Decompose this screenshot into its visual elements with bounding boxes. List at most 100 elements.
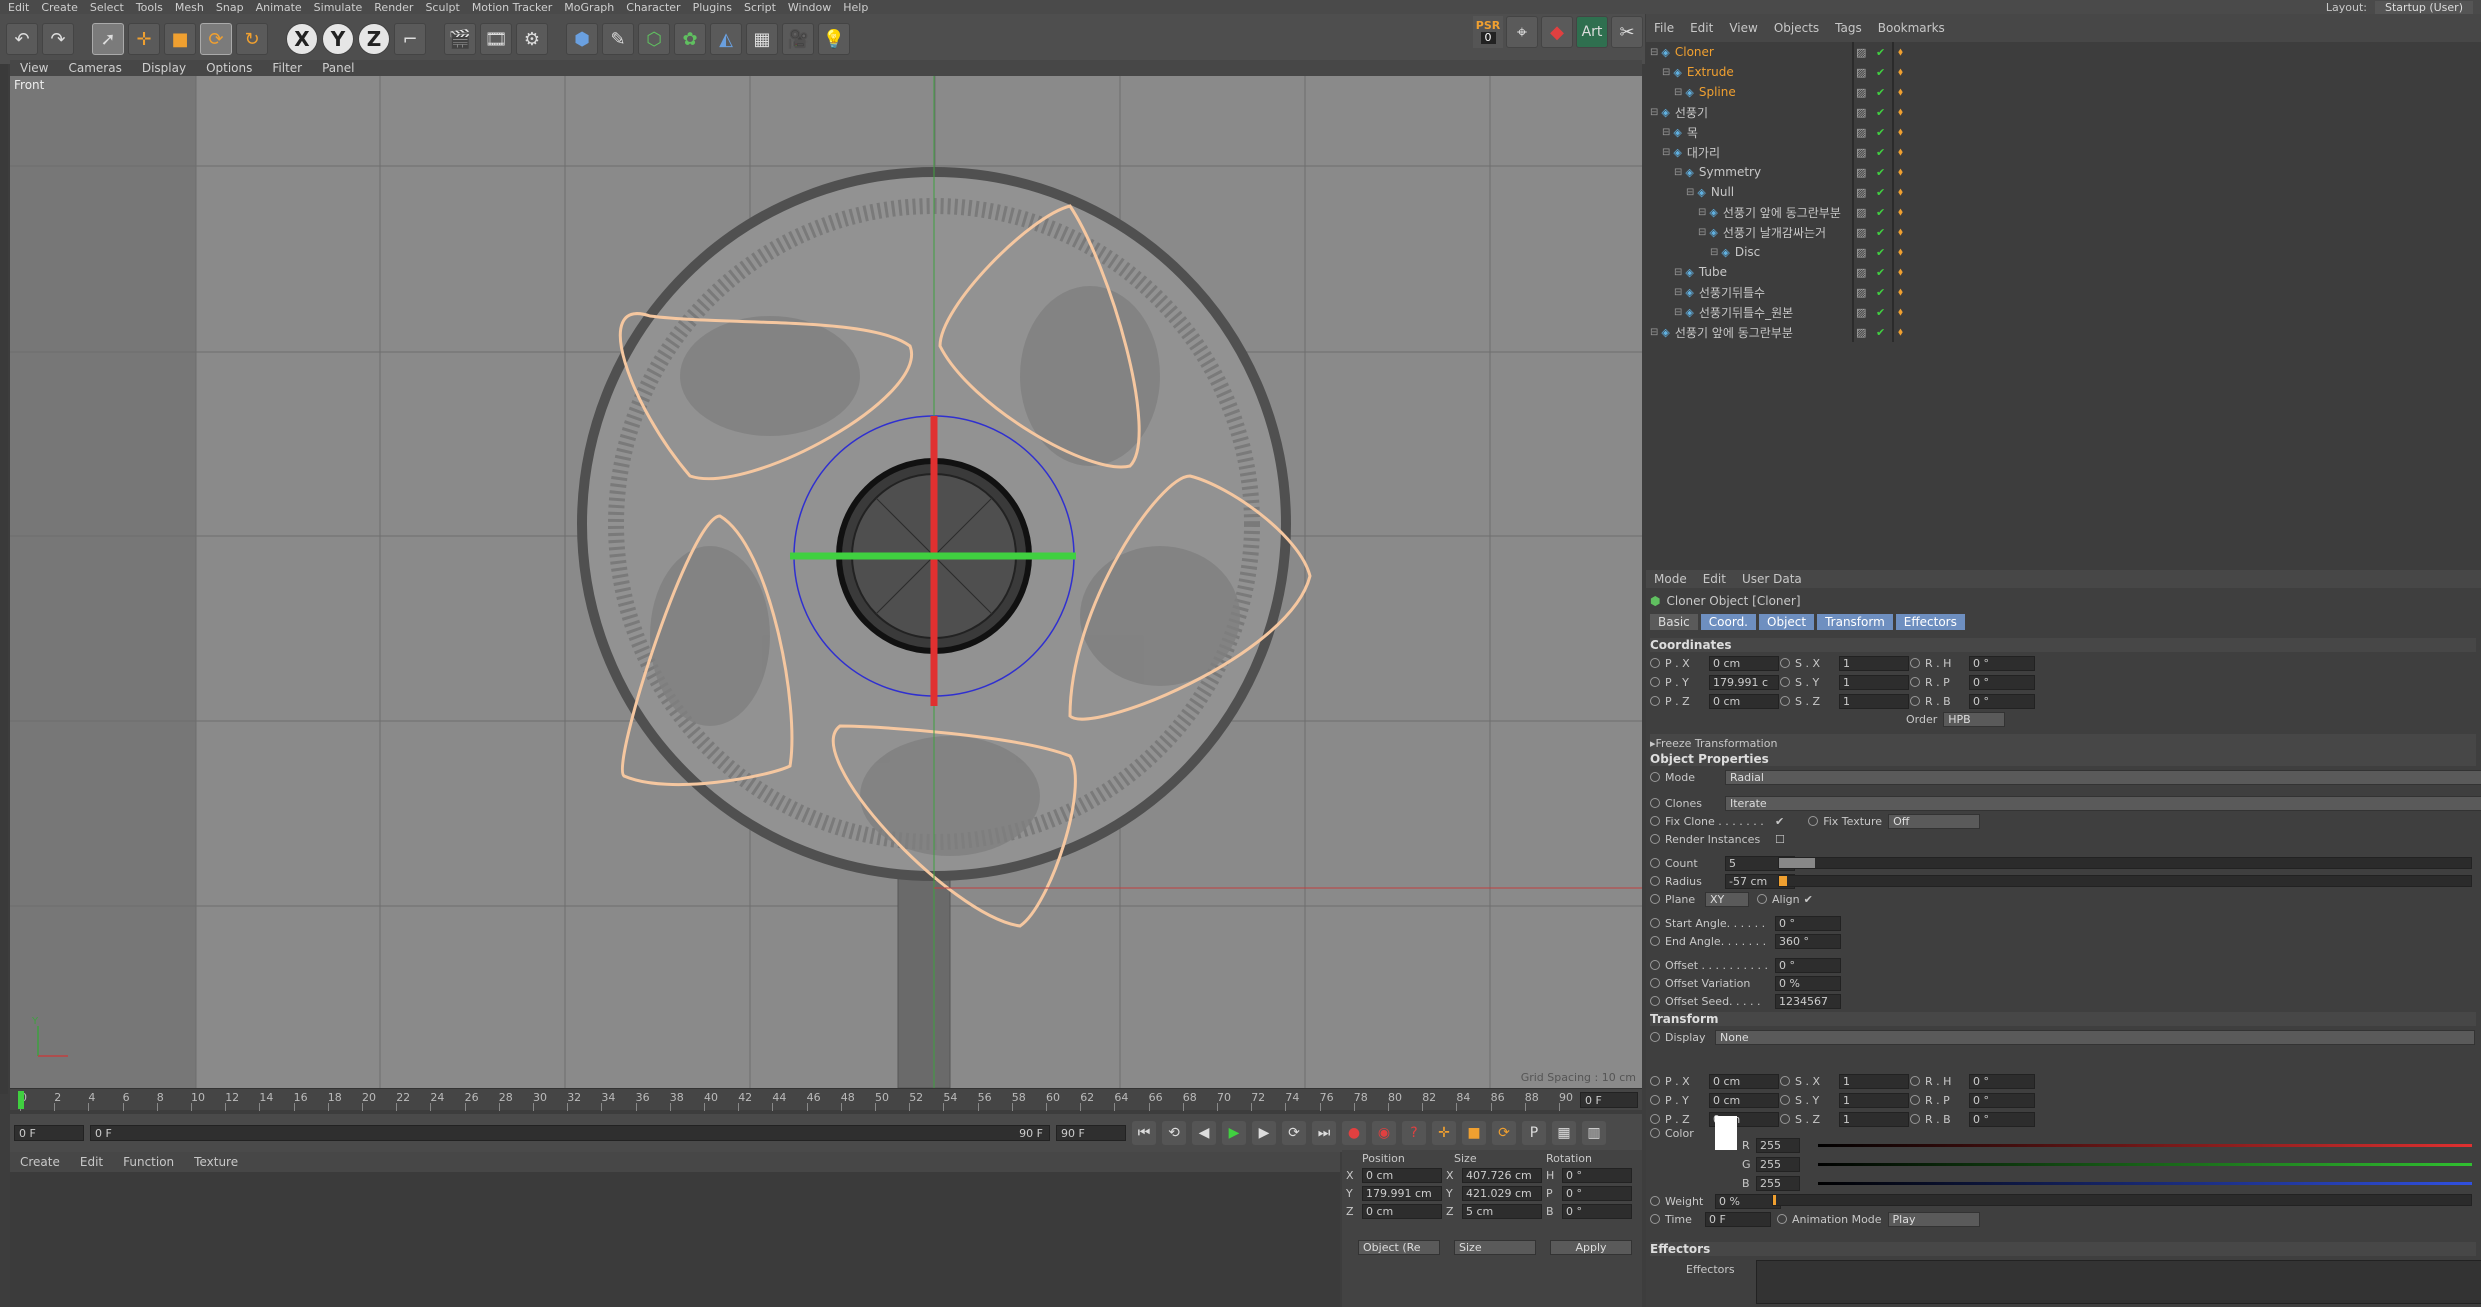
- viewport-front[interactable]: Front Y Grid Spacing : 10 cm: [10, 76, 1642, 1088]
- param-field[interactable]: 0 cm: [1709, 655, 1779, 671]
- effectors-list[interactable]: [1756, 1260, 2481, 1304]
- enable-check-icon[interactable]: ✔: [1876, 186, 1885, 199]
- object-name[interactable]: Null: [1711, 185, 1734, 199]
- object-row[interactable]: ⊟ ◈ Tube ▨ ✔ ⬧: [1646, 262, 2481, 282]
- expand-toggle-icon[interactable]: ⊟: [1650, 107, 1658, 118]
- tab-basic[interactable]: Basic: [1650, 614, 1698, 630]
- object-menu-view[interactable]: View: [1729, 21, 1757, 35]
- visibility-toggle-icon[interactable]: ▨: [1856, 126, 1866, 139]
- param-dot[interactable]: [1780, 677, 1790, 687]
- visibility-toggle-icon[interactable]: ▨: [1856, 246, 1866, 259]
- clones-dropdown[interactable]: Iterate: [1725, 795, 2481, 811]
- select-arrow-icon[interactable]: ➚: [92, 23, 124, 55]
- layout-selector[interactable]: Layout: Startup (User): [2326, 0, 2473, 14]
- coord-value-field[interactable]: 0 °: [1562, 1186, 1632, 1201]
- subdivision-surface-icon[interactable]: ⬡: [638, 23, 670, 55]
- param-dot[interactable]: [1910, 1114, 1920, 1124]
- coord-mode-dropdown[interactable]: Object (Re: [1358, 1240, 1440, 1255]
- render-settings-icon[interactable]: ⚙: [516, 23, 548, 55]
- enable-check-icon[interactable]: ✔: [1876, 66, 1885, 79]
- cube-primitive-icon[interactable]: ⬢: [566, 23, 598, 55]
- expand-toggle-icon[interactable]: ⊟: [1698, 227, 1706, 238]
- coord-apply-button[interactable]: Apply: [1550, 1240, 1632, 1255]
- tab-object[interactable]: Object: [1759, 614, 1815, 630]
- param-field[interactable]: 1: [1839, 1092, 1909, 1108]
- attr-menu-user-data[interactable]: User Data: [1742, 572, 1802, 586]
- menu-simulate[interactable]: Simulate: [314, 1, 363, 14]
- timeline-ruler[interactable]: 0246810121416182022242628303234363840424…: [10, 1088, 1642, 1111]
- menu-animate[interactable]: Animate: [256, 1, 302, 14]
- go-to-start-icon[interactable]: ⏮: [1132, 1121, 1156, 1145]
- layout-value[interactable]: Startup (User): [2375, 0, 2473, 14]
- menu-mograph[interactable]: MoGraph: [564, 1, 614, 14]
- param-field[interactable]: 0 °: [1969, 1111, 2035, 1127]
- start-frame-field[interactable]: 0 F: [14, 1125, 84, 1141]
- menu-help[interactable]: Help: [843, 1, 868, 14]
- next-key-icon[interactable]: ⟳: [1282, 1121, 1306, 1145]
- snap-icon[interactable]: ⌖: [1506, 16, 1538, 48]
- object-name[interactable]: Extrude: [1687, 65, 1734, 79]
- move-tool-icon[interactable]: ✛: [128, 23, 160, 55]
- param-dot[interactable]: [1780, 1076, 1790, 1086]
- param-dot[interactable]: [1780, 1095, 1790, 1105]
- render-view-icon[interactable]: 🎬: [444, 23, 476, 55]
- render-picture-viewer-icon[interactable]: 🎞: [480, 23, 512, 55]
- param-dot[interactable]: [1910, 1076, 1920, 1086]
- enable-check-icon[interactable]: ✔: [1876, 46, 1885, 59]
- param-field[interactable]: 0 cm: [1709, 1073, 1779, 1089]
- radius-slider[interactable]: [1778, 875, 2472, 887]
- redo-icon[interactable]: ↷: [42, 23, 74, 55]
- object-name[interactable]: 선풍기 날개감싸는거: [1723, 224, 1826, 241]
- scale-tool-icon[interactable]: ■: [164, 23, 196, 55]
- visibility-toggle-icon[interactable]: ▨: [1856, 286, 1866, 299]
- key-rotation-icon[interactable]: ⟳: [1492, 1121, 1516, 1145]
- object-name[interactable]: Symmetry: [1699, 165, 1761, 179]
- record-icon[interactable]: ●: [1342, 1121, 1366, 1145]
- expand-toggle-icon[interactable]: ⊟: [1710, 247, 1718, 258]
- visibility-toggle-icon[interactable]: ▨: [1856, 206, 1866, 219]
- previous-frame-icon[interactable]: ◀: [1192, 1121, 1216, 1145]
- visibility-toggle-icon[interactable]: ▨: [1856, 86, 1866, 99]
- deformer-icon[interactable]: ◭: [710, 23, 742, 55]
- visibility-toggle-icon[interactable]: ▨: [1856, 106, 1866, 119]
- color-channel-slider[interactable]: [1818, 1144, 2472, 1147]
- enable-check-icon[interactable]: ✔: [1876, 86, 1885, 99]
- enable-check-icon[interactable]: ✔: [1876, 226, 1885, 239]
- visibility-toggle-icon[interactable]: ▨: [1856, 226, 1866, 239]
- param-field[interactable]: 0 cm: [1709, 693, 1779, 709]
- object-name[interactable]: 선풍기 앞에 동그란부분: [1723, 204, 1841, 221]
- psr-indicator[interactable]: PSR 0: [1473, 16, 1503, 48]
- coord-value-field[interactable]: 421.029 cm: [1462, 1186, 1542, 1201]
- spline-pen-icon[interactable]: ✎: [602, 23, 634, 55]
- fix-texture-dropdown[interactable]: Off: [1888, 813, 1981, 829]
- object-name[interactable]: 대가리: [1687, 144, 1720, 161]
- enable-check-icon[interactable]: ✔: [1876, 126, 1885, 139]
- object-row[interactable]: ⊟ ◈ 선풍기 앞에 동그란부분 ▨ ✔ ⬧: [1646, 322, 2481, 342]
- object-row[interactable]: ⊟ ◈ Symmetry ▨ ✔ ⬧: [1646, 162, 2481, 182]
- visibility-toggle-icon[interactable]: ▨: [1856, 306, 1866, 319]
- weight-slider[interactable]: [1772, 1194, 2472, 1206]
- param-dot[interactable]: [1780, 696, 1790, 706]
- param-dot[interactable]: [1650, 1114, 1660, 1124]
- expand-toggle-icon[interactable]: ⊟: [1674, 267, 1682, 278]
- key-scale-icon[interactable]: ■: [1462, 1121, 1486, 1145]
- object-menu-objects[interactable]: Objects: [1774, 21, 1819, 35]
- param-field[interactable]: 0 cm: [1709, 1092, 1779, 1108]
- color-swatch[interactable]: [1715, 1116, 1737, 1150]
- enable-check-icon[interactable]: ✔: [1876, 106, 1885, 119]
- param-field[interactable]: 0 °: [1969, 1092, 2035, 1108]
- menu-edit[interactable]: Edit: [8, 1, 29, 14]
- tab-effectors[interactable]: Effectors: [1895, 614, 1965, 630]
- menu-create[interactable]: Create: [41, 1, 78, 14]
- axis-z-button[interactable]: Z: [358, 23, 390, 55]
- time-field[interactable]: 0 F: [1705, 1211, 1771, 1227]
- object-row[interactable]: ⊟ ◈ Extrude ▨ ✔ ⬧: [1646, 62, 2481, 82]
- material-menu-edit[interactable]: Edit: [80, 1155, 103, 1169]
- object-row[interactable]: ⊟ ◈ 선풍기 앞에 동그란부분 ▨ ✔ ⬧: [1646, 202, 2481, 222]
- coord-value-field[interactable]: 179.991 cm: [1362, 1186, 1442, 1201]
- offset-field[interactable]: 0 °: [1775, 957, 1841, 973]
- keyframe-selection-icon[interactable]: ?: [1402, 1121, 1426, 1145]
- object-row[interactable]: ⊟ ◈ 대가리 ▨ ✔ ⬧: [1646, 142, 2481, 162]
- expand-toggle-icon[interactable]: ⊟: [1662, 67, 1670, 78]
- autokey-icon[interactable]: ◉: [1372, 1121, 1396, 1145]
